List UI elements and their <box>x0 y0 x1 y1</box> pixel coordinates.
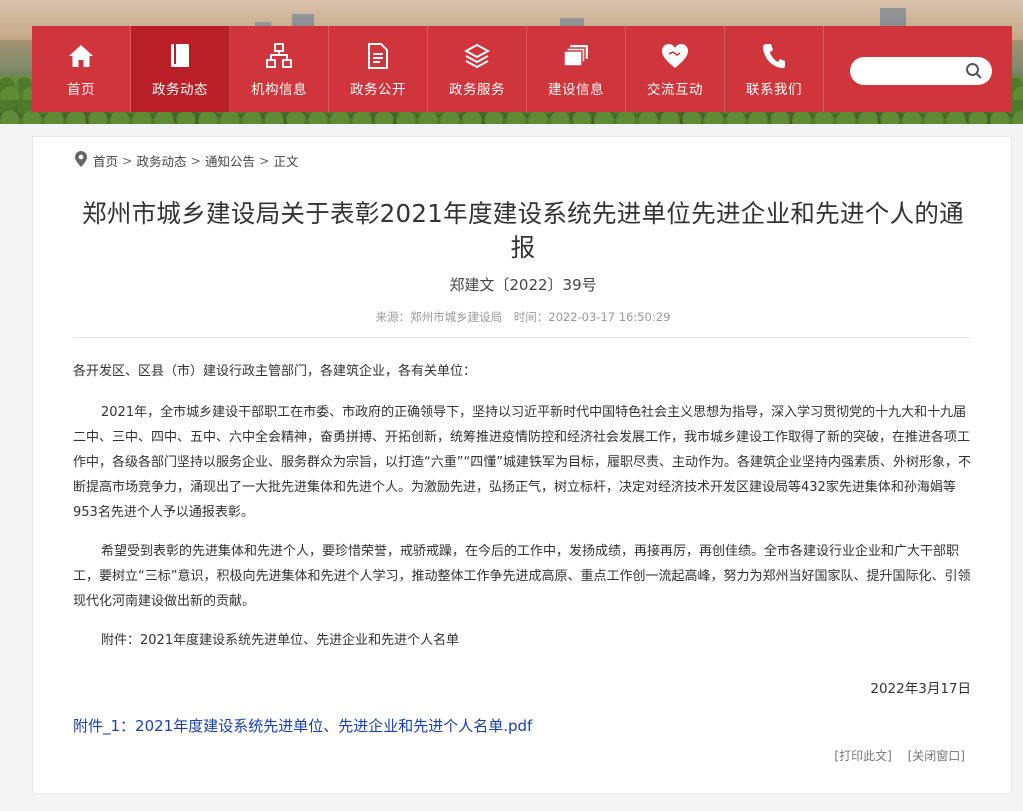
breadcrumb-current: 正文 <box>273 154 299 169</box>
org-chart-icon <box>266 42 292 70</box>
book-icon <box>169 42 191 70</box>
nav-label: 首页 <box>67 82 95 98</box>
print-button[interactable]: [打印此文] <box>834 749 891 763</box>
article-card: 首页 > 政务动态 > 通知公告 > 正文 郑州市城乡建设局关于表彰2021年度… <box>32 136 1012 794</box>
stacked-cards-icon <box>563 42 589 70</box>
article-body: 各开发区、区县（市）建设行政主管部门，各建筑企业，各有关单位： 2021年，全市… <box>73 359 973 667</box>
attachment-link[interactable]: 附件_1：2021年度建设系统先进单位、先进企业和先进个人名单.pdf <box>73 715 532 736</box>
search-box <box>850 57 992 85</box>
breadcrumb-separator: > <box>122 153 133 168</box>
nav-item-news[interactable]: 政务动态 <box>131 26 230 112</box>
paragraph: 2021年，全市城乡建设干部职工在市委、市政府的正确领导下，坚持以习近平新时代中… <box>73 405 971 520</box>
nav-item-service[interactable]: 政务服务 <box>428 26 527 112</box>
article-date: 2022年3月17日 <box>870 681 971 697</box>
article-source: 来源：郑州市城乡建设局 <box>375 310 503 324</box>
layers-icon <box>464 42 490 70</box>
divider <box>73 337 971 338</box>
nav-item-construction[interactable]: 建设信息 <box>527 26 626 112</box>
nav-label: 建设信息 <box>548 82 604 98</box>
search-input[interactable] <box>862 61 962 81</box>
phone-icon <box>762 42 786 70</box>
home-icon <box>68 42 94 70</box>
search-icon[interactable] <box>965 62 983 80</box>
nav-item-contact[interactable]: 联系我们 <box>725 26 824 112</box>
paragraph: 希望受到表彰的先进集体和先进个人，要珍惜荣誉，戒骄戒躁，在今后的工作中，发扬成绩… <box>73 544 971 609</box>
nav-label: 机构信息 <box>251 82 307 98</box>
nav-label: 政务服务 <box>449 82 505 98</box>
document-number: 郑建文〔2022〕39号 <box>449 276 597 294</box>
article-meta: 来源：郑州市城乡建设局 时间：2022-03-17 16:50:29 <box>73 309 973 325</box>
breadcrumb-news[interactable]: 政务动态 <box>137 151 187 170</box>
nav-label: 联系我们 <box>746 82 802 98</box>
article-title: 郑州市城乡建设局关于表彰2021年度建设系统先进单位先进企业和先进个人的通报 <box>82 199 964 262</box>
attachment-note: 附件：2021年度建设系统先进单位、先进企业和先进个人名单 <box>101 633 460 648</box>
breadcrumb-home[interactable]: 首页 <box>93 151 118 170</box>
nav-label: 政务动态 <box>152 82 208 98</box>
article-time: 时间：2022-03-17 16:50:29 <box>513 310 671 324</box>
handshake-heart-icon <box>661 42 689 70</box>
nav-item-home[interactable]: 首页 <box>32 26 131 112</box>
close-window-button[interactable]: [关闭窗口] <box>908 749 965 763</box>
breadcrumb-separator: > <box>259 153 270 168</box>
article-actions: [打印此文] [关闭窗口] <box>822 747 965 764</box>
salutation: 各开发区、区县（市）建设行政主管部门，各建筑企业，各有关单位： <box>73 364 477 379</box>
location-pin-icon <box>75 151 87 170</box>
nav-item-org[interactable]: 机构信息 <box>230 26 329 112</box>
nav-item-public[interactable]: 政务公开 <box>329 26 428 112</box>
breadcrumb-notices[interactable]: 通知公告 <box>205 151 255 170</box>
breadcrumb-separator: > <box>190 153 201 168</box>
nav-item-interaction[interactable]: 交流互动 <box>626 26 725 112</box>
document-icon <box>367 42 389 70</box>
nav-label: 政务公开 <box>350 82 406 98</box>
nav-label: 交流互动 <box>647 82 703 98</box>
breadcrumb: 首页 > 政务动态 > 通知公告 > 正文 <box>75 151 299 170</box>
